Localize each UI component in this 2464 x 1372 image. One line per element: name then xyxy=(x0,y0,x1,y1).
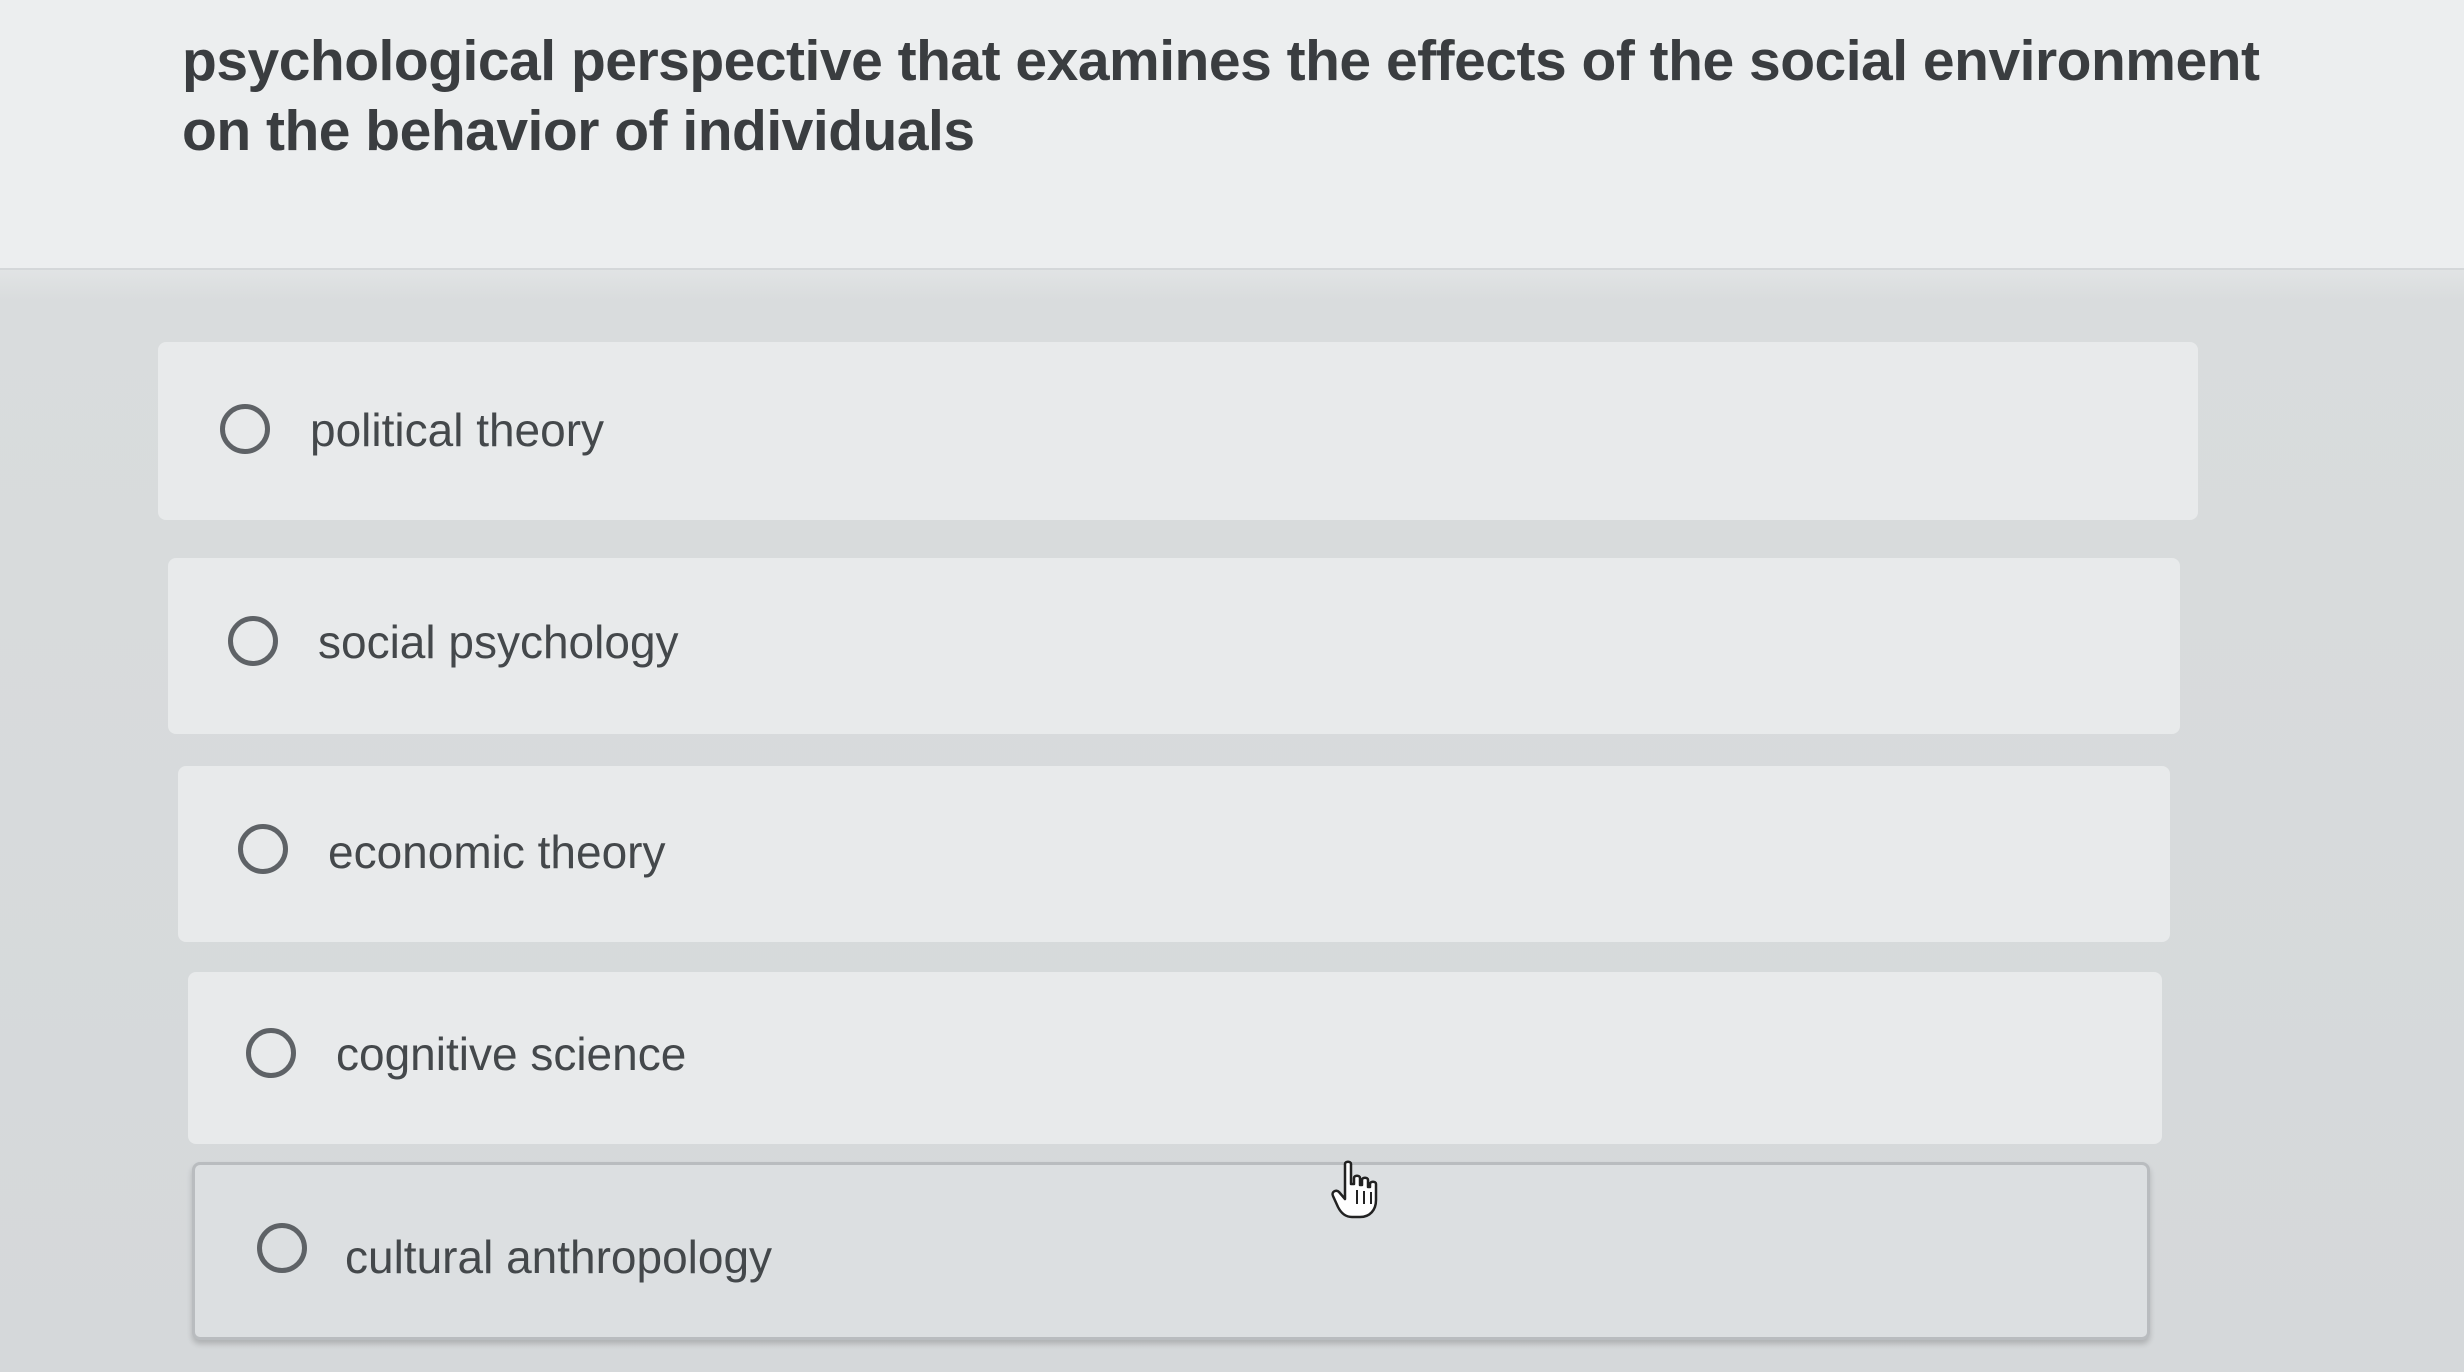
answer-option-economic-theory[interactable]: economic theory xyxy=(178,766,2170,942)
radio-button-unselected-icon[interactable] xyxy=(228,616,278,666)
hand-pointer-icon xyxy=(1331,1160,1378,1219)
answer-option-cultural-anthropology[interactable]: cultural anthropology xyxy=(192,1162,2150,1340)
answer-list: political theory social psychology econo… xyxy=(0,0,2464,1372)
answer-option-political-theory[interactable]: political theory xyxy=(158,342,2198,520)
answer-label: cognitive science xyxy=(336,1028,687,1080)
answer-option-cognitive-science[interactable]: cognitive science xyxy=(188,972,2162,1144)
radio-button-unselected-icon[interactable] xyxy=(257,1223,307,1273)
answer-label: cultural anthropology xyxy=(345,1231,773,1283)
answer-label: social psychology xyxy=(318,616,679,668)
answer-label: political theory xyxy=(310,404,605,456)
radio-button-unselected-icon[interactable] xyxy=(220,404,270,454)
answer-option-social-psychology[interactable]: social psychology xyxy=(168,558,2180,734)
radio-button-unselected-icon[interactable] xyxy=(246,1028,296,1078)
radio-button-unselected-icon[interactable] xyxy=(238,824,288,874)
answer-label: economic theory xyxy=(328,826,666,878)
